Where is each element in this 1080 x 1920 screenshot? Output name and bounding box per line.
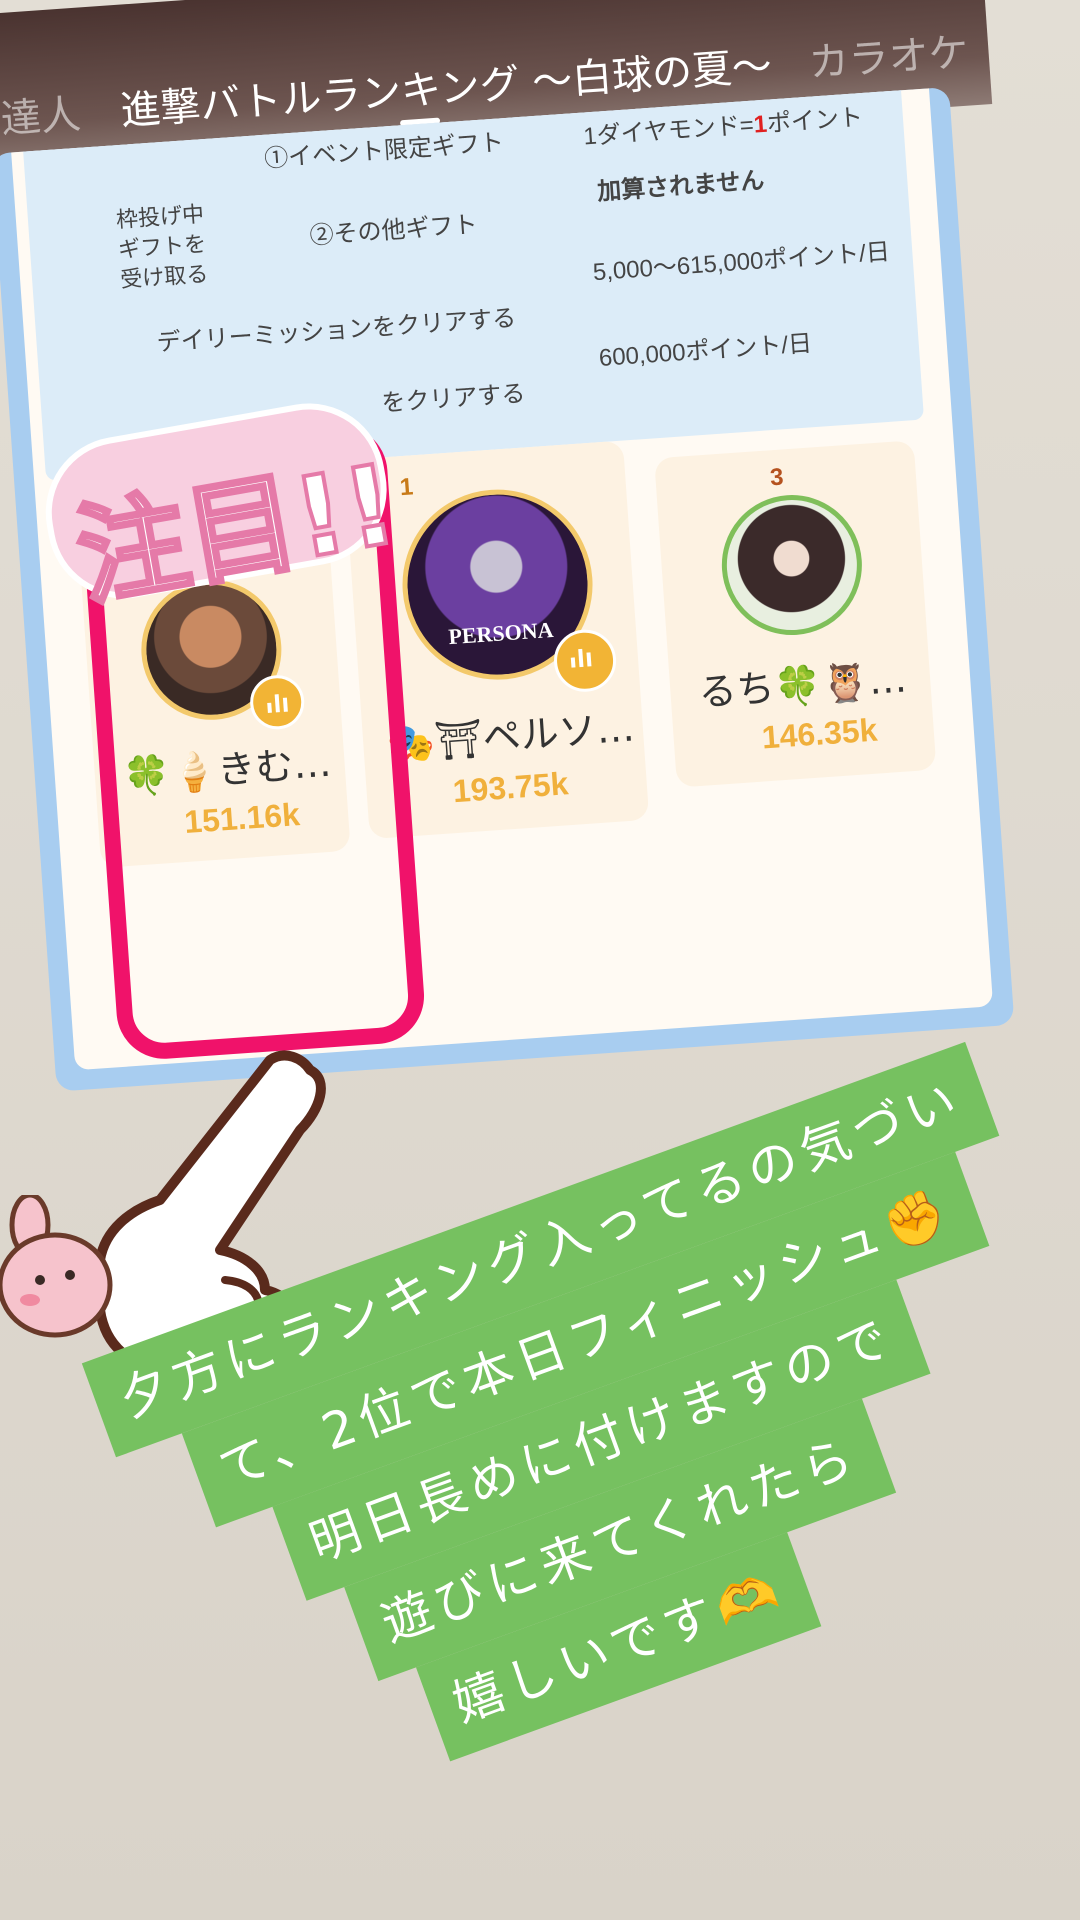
tab-karaoke[interactable]: カラオケ [807,20,971,89]
rule-row3-label: デイリーミッションをクリアする [155,304,517,357]
ranking-card-3[interactable]: 3 るち🍀🦉… 146.35k [654,440,937,788]
rank-3-name: るち🍀🦉… [697,656,909,715]
rule-row4-value: 600,000ポイント/日 [598,330,813,372]
rule-row2-label: ②その他ギフト [308,211,479,250]
bunny-sticker-icon [0,1195,113,1338]
rank-3-avatar[interactable] [717,490,867,640]
rank-1-score: 193.75k [451,765,570,810]
rank-3-crown: 3 [754,456,798,495]
rule-gift-label: 枠投げ中 ギフトを 受け取る [115,201,210,293]
tab-skill-master[interactable]: 技の達人 [0,82,82,151]
rank-1-name: 🎭⛩ペルソ… [385,705,636,767]
rule-row3-value: 5,000〜615,000ポイント/日 [592,238,891,287]
rule-row4-label: をクリアする [380,380,527,418]
rank-3-score: 146.35k [760,711,879,756]
rule-row2-value: 加算されません [596,167,766,206]
story-canvas: 技の達人 進撃バトルランキング 〜白球の夏〜 カラオケ ①イベント限定ギフト 1… [0,0,1080,1920]
